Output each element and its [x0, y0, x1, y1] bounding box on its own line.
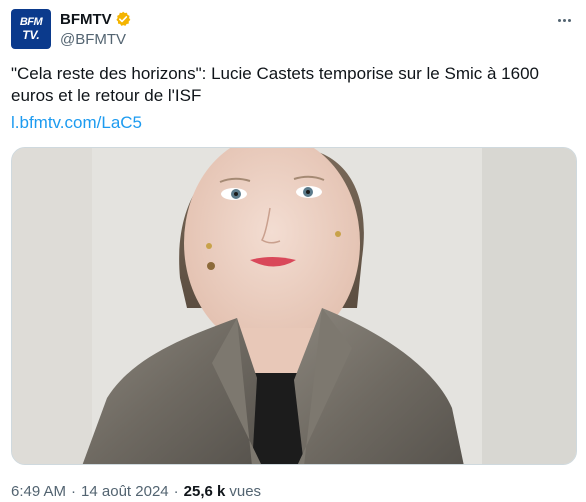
author-name-row[interactable]: BFMTV [60, 10, 131, 28]
meta-separator: · [71, 483, 77, 500]
tweet-meta: 6:49 AM · 14 août 2024 · 25,6 k vues [11, 483, 261, 500]
avatar[interactable]: BFM TV. [11, 9, 51, 49]
avatar-text-bottom: TV. [22, 28, 40, 42]
tweet-text: "Cela reste des horizons": Lucie Castets… [11, 64, 539, 105]
tweet-media-photo[interactable] [11, 147, 577, 465]
display-name[interactable]: BFMTV [60, 11, 112, 28]
more-dot-icon [557, 18, 561, 22]
tweet-date[interactable]: 14 août 2024 [81, 483, 169, 500]
tweet-card[interactable]: BFM TV. BFMTV @BFMTV "Cela reste des hor… [0, 0, 586, 502]
more-options-button[interactable] [552, 10, 576, 30]
verified-badge-icon[interactable] [115, 11, 131, 27]
views-label: vues [229, 483, 262, 500]
more-dot-icon [562, 18, 566, 22]
views-count[interactable]: 25,6 k [184, 483, 226, 500]
tweet-time[interactable]: 6:49 AM [11, 483, 66, 500]
tweet-link[interactable]: l.bfmtv.com/LaC5 [11, 112, 142, 134]
meta-separator: · [173, 483, 179, 500]
user-handle[interactable]: @BFMTV [60, 31, 126, 48]
avatar-text-top: BFM [19, 16, 43, 28]
portrait-photo-icon [12, 148, 576, 464]
more-dot-icon [567, 18, 571, 22]
